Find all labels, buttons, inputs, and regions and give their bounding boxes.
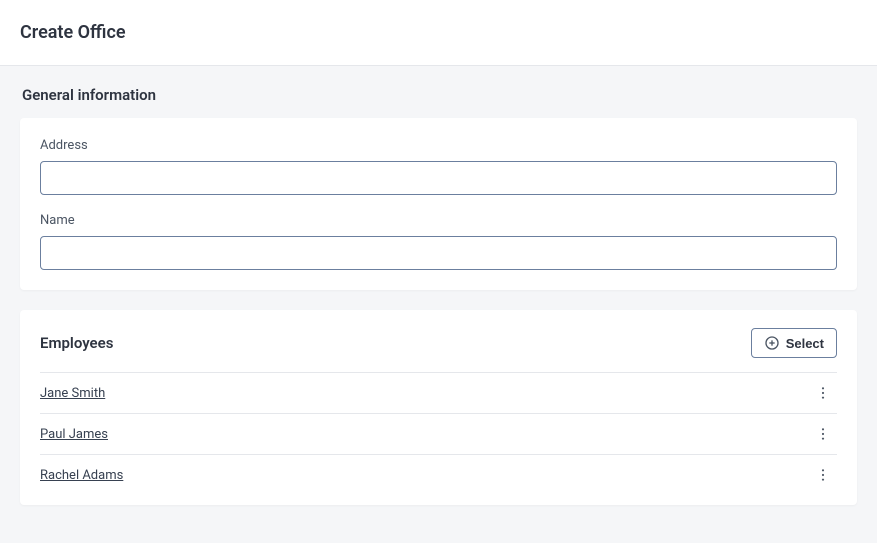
address-field: Address (40, 138, 837, 195)
employee-link[interactable]: Paul James (40, 427, 108, 442)
more-vertical-icon (815, 426, 831, 442)
employee-link[interactable]: Rachel Adams (40, 468, 123, 483)
address-label: Address (40, 138, 837, 153)
more-vertical-icon (815, 467, 831, 483)
content-area: General information Address Name Employe… (0, 66, 877, 525)
name-input[interactable] (40, 236, 837, 270)
page-title: Create Office (20, 22, 857, 43)
general-info-card: Address Name (20, 118, 857, 290)
plus-circle-icon (764, 335, 780, 351)
employees-header: Employees Select (20, 310, 857, 372)
select-button-label: Select (786, 336, 824, 351)
more-vertical-icon (815, 385, 831, 401)
more-button[interactable] (809, 381, 837, 405)
page-header: Create Office (0, 0, 877, 66)
employees-card: Employees Select Jane Smith (20, 310, 857, 505)
more-button[interactable] (809, 422, 837, 446)
general-section-title: General information (22, 86, 857, 104)
list-item: Jane Smith (40, 372, 837, 413)
employees-section-title: Employees (40, 334, 113, 352)
name-label: Name (40, 213, 837, 228)
select-button[interactable]: Select (751, 328, 837, 358)
list-item: Paul James (40, 413, 837, 454)
employee-link[interactable]: Jane Smith (40, 386, 105, 401)
more-button[interactable] (809, 463, 837, 487)
name-field: Name (40, 213, 837, 270)
address-input[interactable] (40, 161, 837, 195)
employee-list: Jane Smith Paul James (20, 372, 857, 505)
list-item: Rachel Adams (40, 454, 837, 495)
